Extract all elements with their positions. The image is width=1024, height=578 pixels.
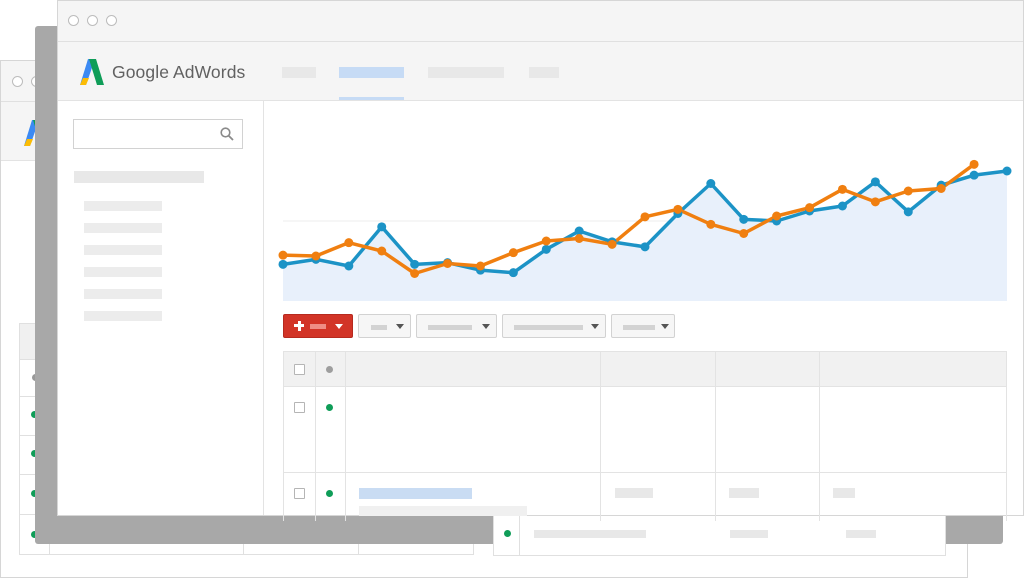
row-checkbox[interactable]	[294, 488, 305, 499]
filter-dropdown-3[interactable]	[502, 314, 606, 338]
nav-tab-3[interactable]	[428, 67, 504, 78]
adwords-logo-icon	[80, 59, 104, 85]
series-1-point[interactable]	[640, 242, 650, 252]
series-2-point[interactable]	[443, 259, 453, 268]
window-close-button[interactable]	[12, 76, 23, 87]
sidebar-item[interactable]	[84, 267, 162, 277]
series-2-point[interactable]	[706, 219, 716, 229]
series-1-point[interactable]	[278, 259, 288, 269]
row-checkbox[interactable]	[294, 402, 305, 413]
placeholder-text	[534, 530, 646, 538]
sidebar	[58, 101, 264, 515]
plus-icon	[294, 320, 304, 332]
placeholder-text	[730, 530, 768, 538]
app-header: Google AdWords	[58, 42, 1023, 101]
filter-dropdown-2[interactable]	[416, 314, 497, 338]
series-2-point[interactable]	[311, 251, 321, 261]
series-1-point[interactable]	[377, 222, 387, 232]
nav-tab-1[interactable]	[282, 67, 316, 78]
caret-down-icon	[661, 324, 669, 329]
series-2-point[interactable]	[541, 236, 551, 246]
series-2-point[interactable]	[837, 184, 847, 194]
cell-value	[615, 488, 653, 498]
series-2-point[interactable]	[805, 203, 815, 213]
dropdown-label	[428, 325, 472, 330]
cell-value	[833, 488, 855, 498]
series-2-point[interactable]	[969, 159, 979, 169]
dropdown-label	[623, 325, 655, 330]
series-2-point[interactable]	[607, 239, 617, 249]
series-1-point[interactable]	[969, 170, 979, 180]
caret-down-icon	[335, 324, 343, 329]
search-icon[interactable]	[220, 127, 234, 141]
series-1-point[interactable]	[706, 179, 716, 188]
sidebar-item[interactable]	[84, 311, 162, 321]
add-button-label	[310, 324, 326, 329]
series-2-point[interactable]	[344, 238, 354, 248]
series-1-point[interactable]	[870, 177, 880, 187]
app-logo-text: Google AdWords	[112, 62, 246, 82]
series-2-point[interactable]	[377, 246, 387, 256]
campaign-subtext	[359, 506, 527, 516]
table-row[interactable]	[284, 387, 1007, 473]
series-2-point[interactable]	[772, 211, 782, 221]
series-2-point[interactable]	[640, 212, 650, 222]
placeholder-text	[846, 530, 876, 538]
filter-dropdown-4[interactable]	[611, 314, 675, 338]
series-2-point[interactable]	[870, 197, 880, 207]
status-enabled-dot	[326, 404, 333, 411]
dropdown-label	[371, 325, 387, 330]
series-2-point[interactable]	[673, 204, 683, 214]
window-minimize-button[interactable]	[87, 15, 98, 26]
campaign-name-link[interactable]	[359, 488, 472, 499]
series-1-point[interactable]	[344, 261, 354, 271]
series-1-point[interactable]	[410, 259, 420, 269]
sidebar-item[interactable]	[84, 223, 162, 233]
main-window: Google AdWords	[57, 0, 1024, 521]
caret-down-icon	[482, 324, 490, 329]
caret-down-icon	[396, 324, 404, 329]
series-1-point[interactable]	[1002, 166, 1012, 176]
performance-chart	[278, 159, 1012, 301]
cell-value	[729, 488, 759, 498]
series-2-point[interactable]	[410, 269, 420, 278]
series-1-point[interactable]	[541, 244, 551, 254]
series-2-point[interactable]	[508, 248, 518, 258]
nav-tab-2-active[interactable]	[339, 67, 404, 78]
table-header-row	[284, 352, 1007, 387]
active-tab-underline	[339, 97, 404, 100]
series-2-point[interactable]	[739, 229, 749, 238]
caret-down-icon	[591, 324, 599, 329]
sidebar-item[interactable]	[84, 245, 162, 255]
table-row[interactable]	[284, 473, 1007, 523]
status-enabled-dot	[504, 530, 511, 537]
series-2-point[interactable]	[574, 234, 584, 243]
sidebar-heading	[74, 171, 204, 183]
select-all-checkbox[interactable]	[294, 364, 305, 375]
series-1-point[interactable]	[508, 268, 518, 278]
sidebar-item[interactable]	[84, 289, 162, 299]
window-maximize-button[interactable]	[106, 15, 117, 26]
title-bar	[58, 1, 1023, 42]
series-2-point[interactable]	[278, 250, 288, 260]
dropdown-label	[514, 325, 583, 330]
sidebar-item[interactable]	[84, 201, 162, 211]
campaign-table	[283, 351, 1007, 521]
status-enabled-dot	[326, 490, 333, 497]
series-2-point[interactable]	[903, 186, 913, 196]
series-1-point[interactable]	[837, 201, 847, 211]
status-header-dot	[326, 366, 333, 373]
series-1-point[interactable]	[739, 214, 749, 224]
search-input[interactable]	[73, 119, 243, 149]
nav-tab-4[interactable]	[529, 67, 559, 78]
series-2-point[interactable]	[936, 184, 946, 193]
window-close-button[interactable]	[68, 15, 79, 26]
series-1-point[interactable]	[903, 207, 913, 217]
filter-dropdown-1[interactable]	[358, 314, 411, 338]
series-2-point[interactable]	[475, 261, 485, 271]
add-button[interactable]	[283, 314, 353, 338]
